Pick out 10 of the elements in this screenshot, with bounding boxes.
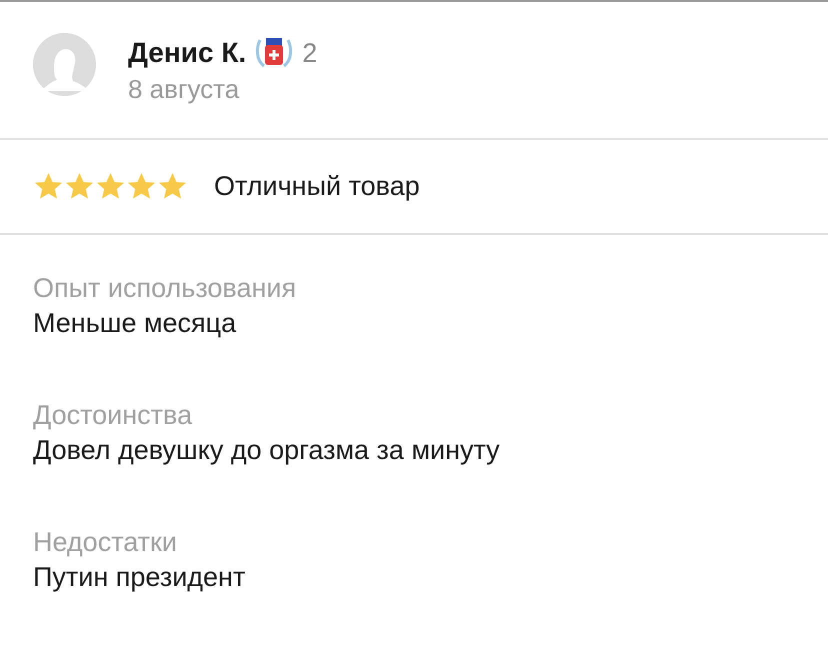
section-label: Достоинства — [33, 399, 194, 432]
section-text: Меньше месяца — [33, 307, 238, 340]
review-title: Отличный товар — [214, 170, 420, 204]
review-date: 8 августа — [128, 74, 240, 105]
section-text: Довел девушку до оргазма за минуту — [33, 434, 501, 468]
author-name: Денис К. — [128, 36, 246, 70]
level-count: 2 — [302, 37, 318, 70]
section-text: Путин президент — [33, 561, 246, 594]
section-label: Опыт использования — [33, 272, 298, 305]
section-label: Недостатки — [33, 526, 178, 560]
